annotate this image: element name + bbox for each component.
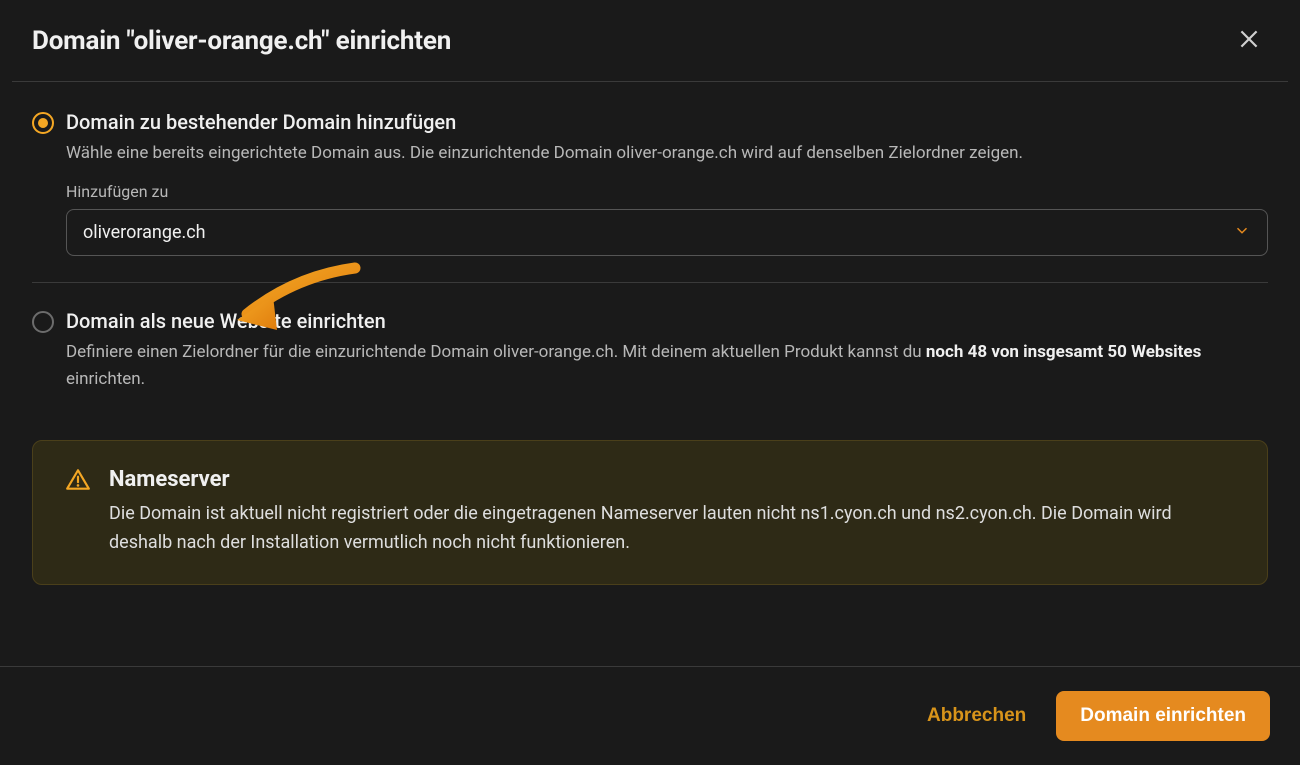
option-divider bbox=[32, 282, 1268, 283]
warning-triangle-icon bbox=[65, 467, 91, 497]
dialog-title: Domain "oliver-orange.ch" einrichten bbox=[32, 26, 451, 56]
option-new-website: Domain als neue Website einrichten Defin… bbox=[32, 309, 1268, 392]
option-add-title: Domain zu bestehender Domain hinzufügen bbox=[66, 110, 1268, 134]
option-new-desc: Definiere einen Zielordner für die einzu… bbox=[66, 339, 1268, 392]
domain-select[interactable]: oliverorange.ch bbox=[66, 209, 1268, 256]
dialog-footer: Abbrechen Domain einrichten bbox=[0, 666, 1300, 765]
close-button[interactable] bbox=[1230, 20, 1268, 61]
nameserver-alert: Nameserver Die Domain ist aktuell nicht … bbox=[32, 440, 1268, 585]
chevron-down-icon bbox=[1233, 221, 1251, 244]
radio-new-website[interactable] bbox=[32, 311, 54, 333]
alert-text: Die Domain ist aktuell nicht registriert… bbox=[109, 500, 1235, 558]
close-icon bbox=[1236, 26, 1262, 55]
dialog-header: Domain "oliver-orange.ch" einrichten bbox=[0, 0, 1300, 81]
option-new-title: Domain als neue Website einrichten bbox=[66, 309, 1268, 333]
cancel-button[interactable]: Abbrechen bbox=[921, 695, 1032, 737]
alert-title: Nameserver bbox=[109, 467, 1235, 492]
field-label-add-to: Hinzufügen zu bbox=[66, 182, 1268, 201]
domain-select-value: oliverorange.ch bbox=[83, 222, 206, 243]
dialog-body: Domain zu bestehender Domain hinzufügen … bbox=[0, 82, 1300, 666]
option-add-desc: Wähle eine bereits eingerichtete Domain … bbox=[66, 140, 1268, 166]
submit-button[interactable]: Domain einrichten bbox=[1056, 691, 1270, 741]
option-add-to-existing: Domain zu bestehender Domain hinzufügen … bbox=[32, 110, 1268, 256]
radio-add-to-existing[interactable] bbox=[32, 112, 54, 134]
